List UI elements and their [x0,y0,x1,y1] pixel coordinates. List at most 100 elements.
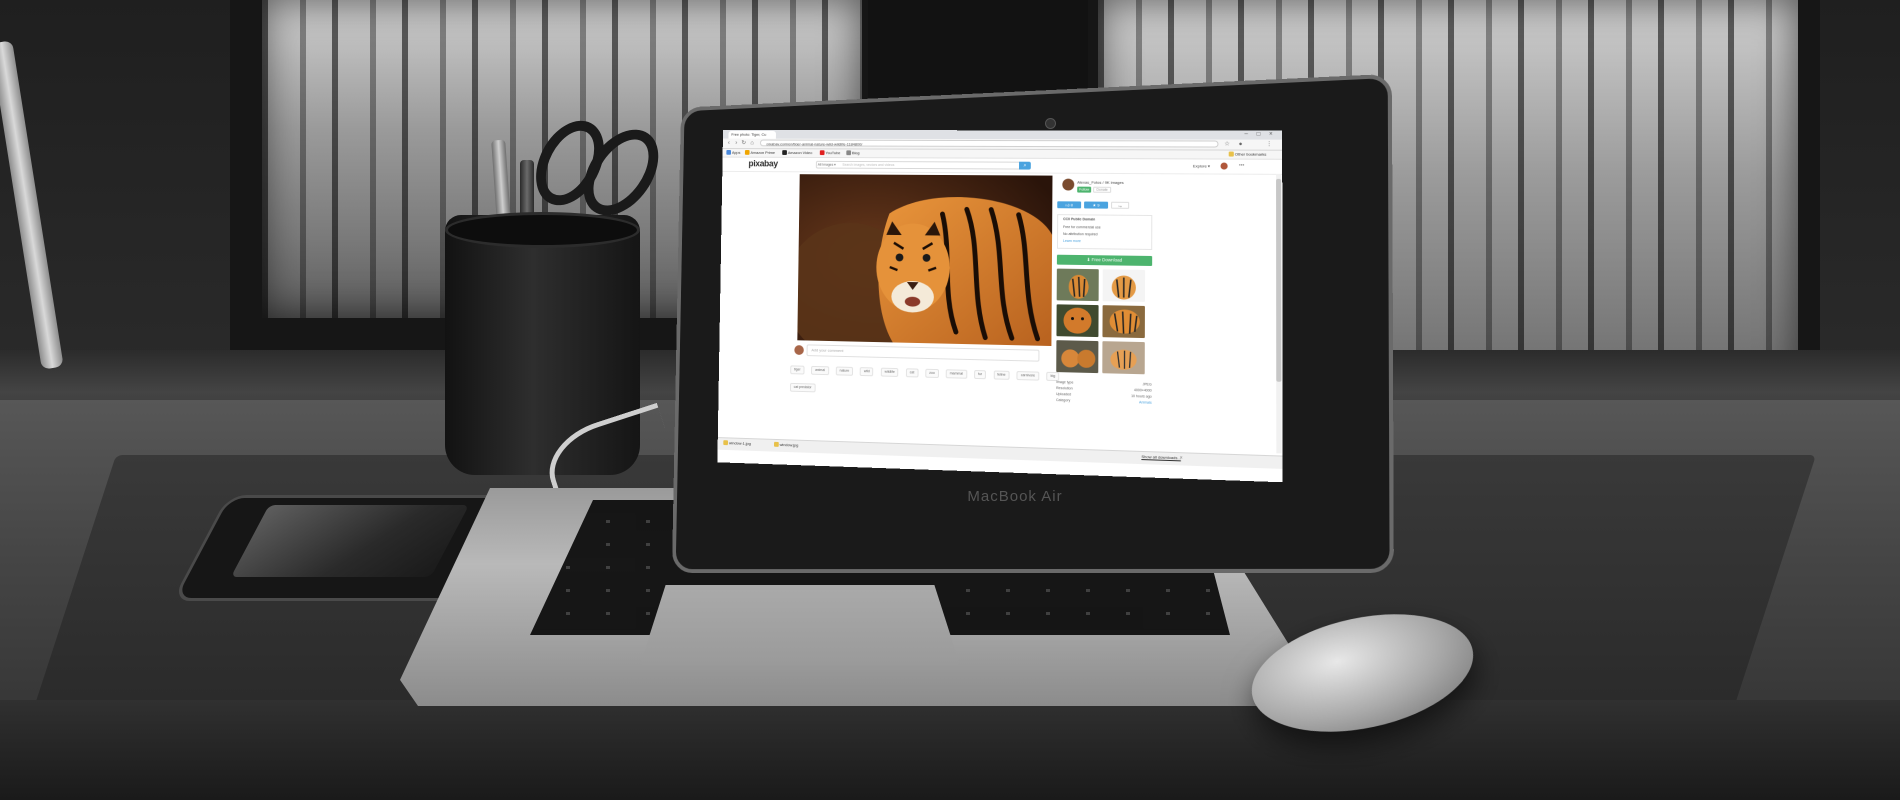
like-count: 8 [1071,202,1073,207]
free-download-button[interactable]: ⬇ Free Download [1057,255,1152,266]
share-icon: ↪ [1118,204,1121,209]
meta-label: Image type [1056,380,1073,384]
meta-value: 10 hours ago [1131,394,1152,400]
tiger-thumbnail [1056,304,1098,337]
file-icon [774,442,779,447]
donate-button[interactable]: Donate [1093,187,1111,193]
bookmark-amazon-prime[interactable]: Amazon Prime [745,150,775,156]
related-image-thumbnail[interactable] [1102,305,1144,338]
home-icon[interactable]: ⌂ [749,140,756,148]
bookmark-apps[interactable]: Apps [726,150,740,156]
maximize-icon[interactable]: □ [1253,132,1263,139]
download-item[interactable]: window-1.jpg [723,439,751,448]
meta-value: JPEG [1142,382,1151,387]
amazon-video-icon [782,151,787,156]
meta-value: 4000×4000 [1134,388,1152,394]
license-title: CC0 Public Domain [1063,217,1095,222]
license-line: No attribution required [1063,232,1098,237]
folder-icon [1229,152,1234,157]
related-image-thumbnail[interactable] [1103,269,1145,302]
tiger-photo [797,174,1052,346]
smartphone-screen [231,505,469,577]
meta-value[interactable]: Animals [1139,400,1152,405]
bookmark-label: Blog [852,150,860,155]
other-bookmarks[interactable]: Other bookmarks [1229,152,1267,158]
search-category-select[interactable]: All Images ▾ [818,161,839,169]
webcam [1045,118,1056,129]
related-image-thumbnail[interactable] [1057,269,1099,302]
close-icon[interactable]: × [1177,454,1185,462]
tag[interactable]: cat predator [790,383,815,392]
menu-icon[interactable]: ⋮ [1266,141,1273,149]
license-line: Free for commercial use [1063,225,1101,230]
tag[interactable]: zoo [925,369,938,378]
author-name[interactable]: Alexas_Fotos / 9K images [1077,180,1123,185]
download-filename: window-1.jpg [729,440,751,446]
related-image-thumbnail[interactable] [1056,304,1098,337]
apps-icon [726,150,731,155]
desk-edge [0,700,1900,800]
show-all-downloads-link[interactable]: Show all downloads... [1141,453,1181,462]
like-button[interactable]: 👍︎ 8 [1057,201,1081,208]
tag[interactable]: animal [811,366,829,375]
laptop-screen: Free photo: Tiger, Cu – □ × ‹ › ↻ ⌂ pixa… [717,130,1282,482]
related-image-thumbnail[interactable] [1056,340,1098,373]
download-item[interactable]: window.jpg [774,441,798,450]
reload-icon[interactable]: ↻ [740,140,747,148]
tag[interactable]: carnivore [1017,371,1039,381]
tiger-thumbnail [1103,269,1145,302]
follow-button[interactable]: Follow [1077,187,1091,193]
download-filename: window.jpg [780,442,799,448]
forward-arrow-icon[interactable]: › [733,140,740,148]
site-logo[interactable]: pixabay [748,159,777,169]
url-input[interactable]: pixabay.com/en/tiger-animal-nature-wild-… [760,140,1219,148]
file-icon [723,441,728,446]
meta-label: Uploaded [1056,392,1071,396]
comment-input[interactable]: Add your comment [807,344,1040,361]
author-avatar[interactable] [1062,179,1074,191]
minimize-icon[interactable]: – [1241,132,1251,139]
laptop-trackpad [640,585,960,665]
related-image-thumbnail[interactable] [1102,341,1145,374]
user-avatar[interactable] [1221,163,1228,170]
scrollbar-thumb[interactable] [1276,179,1281,382]
tag[interactable]: nature [836,367,853,376]
tag[interactable]: wildlife [881,368,899,377]
pen-cup-rim [445,212,640,248]
bookmark-amazon-video[interactable]: Amazon Video [782,150,812,156]
tiger-thumbnail [1102,305,1144,338]
tag[interactable]: mammal [946,369,967,378]
tag[interactable]: cat [906,368,918,377]
tag-list: tiger animal nature wild wildlife cat zo… [790,365,1082,380]
tag[interactable]: fur [974,370,986,379]
more-icon[interactable]: ••• [1239,163,1249,170]
close-icon[interactable]: × [1266,132,1276,139]
star-icon[interactable]: ☆ [1224,141,1231,149]
meta-label: Category [1056,398,1070,402]
meta-label: Resolution [1056,386,1073,390]
search-input[interactable]: Search images, vectors and videos [842,161,986,169]
share-button[interactable]: ↪ [1111,202,1129,209]
bookmark-label: Amazon Video [788,150,812,155]
tag[interactable]: feline [993,370,1009,379]
favorite-button[interactable]: ★ 9 [1084,202,1108,209]
tiger-thumbnail [1057,269,1099,302]
learn-more-link[interactable]: Learn more [1063,239,1081,244]
tiger-thumbnail [1102,341,1145,374]
back-arrow-icon[interactable]: ‹ [726,140,733,148]
extension-icon[interactable]: ● [1237,141,1244,149]
explore-menu[interactable]: Explore ▾ [1193,163,1210,169]
other-bookmarks-label: Other bookmarks [1235,152,1267,157]
bookmark-blog[interactable]: Blog [846,150,859,156]
bookmark-youtube[interactable]: YouTube [820,150,841,156]
tag[interactable]: tiger [790,365,804,374]
star-icon: ★ [1093,203,1097,208]
tab-title: Free photo: Tiger, Cu [731,132,766,137]
tag[interactable]: wild [860,367,874,376]
download-shelf [718,437,1283,469]
main-photo[interactable] [797,174,1052,346]
bookmark-label: YouTube [825,150,840,155]
search-icon[interactable]: ⌕ [1019,162,1031,170]
browser-tab[interactable]: Free photo: Tiger, Cu [728,131,776,139]
comment-avatar [794,345,804,355]
